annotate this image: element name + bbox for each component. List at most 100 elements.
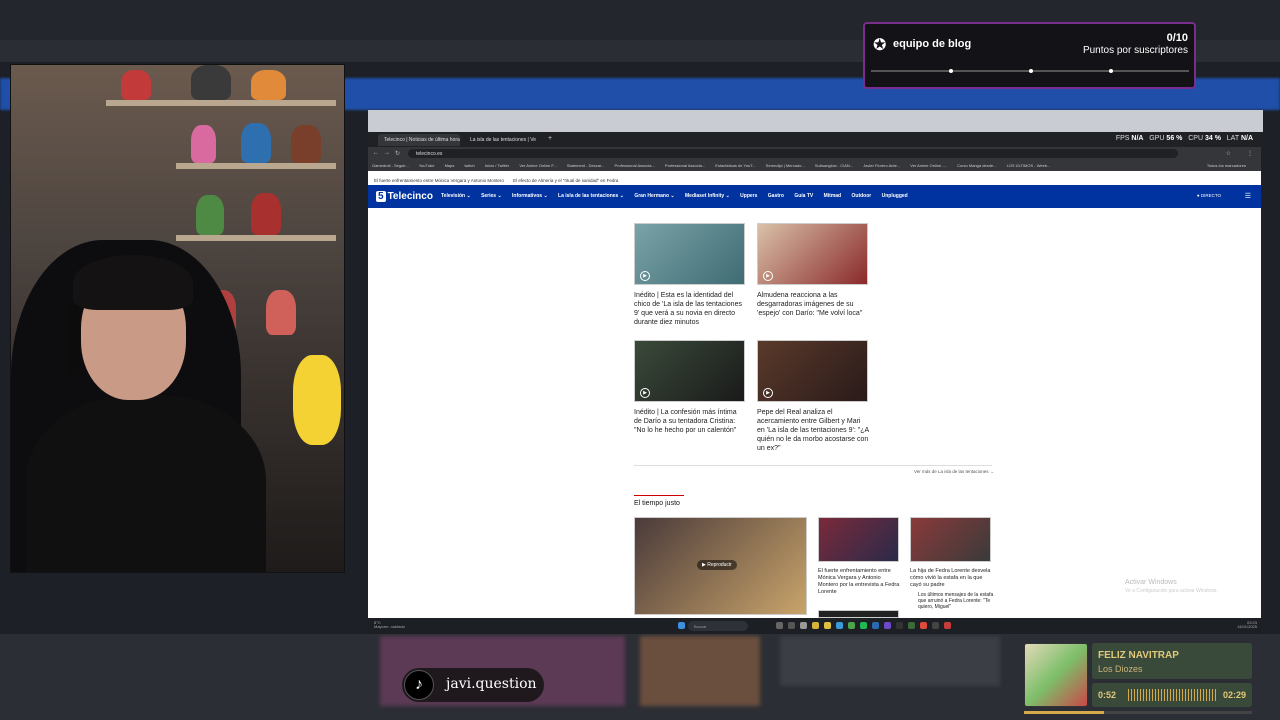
task-view-icon[interactable]: [776, 622, 783, 629]
more-link[interactable]: Ver más de La isla de las tentaciones →: [914, 469, 994, 474]
video-title[interactable]: Inédito | Esta es la identidad del chico…: [634, 291, 746, 327]
menu-item[interactable]: Guía TV: [794, 193, 813, 199]
menu-item[interactable]: Outdoor: [852, 193, 872, 199]
ticker-item[interactable]: El efecto de Almería y el "ritual de san…: [513, 178, 618, 183]
video-thumbnail[interactable]: ▶: [757, 223, 868, 285]
taskbar-clock[interactable]: 03:23 16/11/2025: [1237, 621, 1257, 629]
taskbar-app-icon[interactable]: [788, 622, 795, 629]
taskbar-app-icon[interactable]: [884, 622, 891, 629]
taskbar-app-icon[interactable]: [848, 622, 855, 629]
bookmarks-bar: Gamedroll - Seguir... YouTube Maps twitc…: [368, 160, 1261, 171]
all-bookmarks[interactable]: Todos los marcadores: [1207, 163, 1246, 168]
menu-item[interactable]: Gran Hermano ⌄: [634, 193, 674, 199]
video-title[interactable]: La hija de Fedra Lorente desvela cómo vi…: [910, 568, 994, 589]
video-thumbnail[interactable]: [910, 517, 991, 562]
menu-item[interactable]: Uppers: [740, 193, 757, 199]
back-icon[interactable]: ←: [373, 150, 379, 156]
taskbar-app-icon[interactable]: [824, 622, 831, 629]
bookmark[interactable]: Professional Associa...: [615, 163, 655, 168]
ticker-item[interactable]: El fuerte enfrentamiento entre Mónica Ve…: [374, 178, 504, 183]
subscriber-goal-widget: ✪ equipo de blog 0/10 Puntos por suscrip…: [863, 22, 1196, 89]
main-menu: Televisión ⌄ Series ⌄ Informativos ⌄ La …: [441, 193, 917, 199]
background-page-panel: [368, 110, 1263, 132]
tiktok-handle-badge: ♪ javi.question: [402, 668, 544, 702]
bookmark[interactable]: LOS ÚLTIMOS - Weeb...: [1007, 163, 1051, 168]
menu-item[interactable]: Unplugged: [882, 193, 908, 199]
goal-count: 0/10: [1166, 32, 1188, 44]
play-icon[interactable]: ▶: [640, 388, 650, 398]
menu-item[interactable]: Mitmad: [824, 193, 842, 199]
figurine: [241, 123, 271, 163]
menu-item[interactable]: Mediaset Infinity ⌄: [685, 193, 730, 199]
elapsed-time: 0:52: [1098, 690, 1117, 700]
bookmark[interactable]: Professional Associa...: [665, 163, 705, 168]
person-hair: [73, 255, 193, 310]
site-navigation: 5 Telecinco Televisión ⌄ Series ⌄ Informa…: [368, 185, 1261, 208]
video-title[interactable]: Almudena reacciona a las desgarradoras i…: [757, 291, 869, 318]
telecinco-logo[interactable]: 5 Telecinco: [376, 191, 433, 202]
bookmark[interactable]: twitch: [464, 163, 474, 168]
featured-video[interactable]: ▶ Reproducir: [634, 517, 807, 615]
windows-start-icon[interactable]: [678, 622, 685, 629]
video-thumbnail[interactable]: [818, 517, 899, 562]
reload-icon[interactable]: ↻: [395, 150, 400, 157]
play-icon[interactable]: ▶: [763, 271, 773, 281]
forward-icon[interactable]: →: [384, 150, 390, 156]
video-title[interactable]: Inédito | La confesión más íntima de Dar…: [634, 408, 746, 435]
bookmark[interactable]: Subsanglow - CIAN...: [815, 163, 853, 168]
background-thumbnail: [640, 636, 760, 706]
windows-activation-title: Activar Windows: [1125, 579, 1177, 586]
bookmark[interactable]: Statement - Descar...: [567, 163, 605, 168]
url-input[interactable]: telecinco.es: [408, 149, 1178, 158]
video-thumbnail[interactable]: ▶: [634, 340, 745, 402]
bookmark[interactable]: Gamedroll - Seguir...: [372, 163, 409, 168]
bookmark[interactable]: Javier Florero Ante...: [863, 163, 900, 168]
taskbar-app-icon[interactable]: [932, 622, 939, 629]
bookmark[interactable]: Ver Anime Online -...: [910, 163, 947, 168]
figurine: [251, 193, 281, 235]
new-tab-button[interactable]: +: [548, 135, 552, 142]
bookmark[interactable]: Curso Manga desde...: [957, 163, 996, 168]
video-title[interactable]: Pepe del Real analiza el acercamiento en…: [757, 408, 869, 453]
bookmark[interactable]: Estadísticas de YouT...: [715, 163, 755, 168]
taskbar-app-icon[interactable]: [872, 622, 879, 629]
section-title: El tiempo justo: [634, 495, 684, 507]
video-thumbnail[interactable]: [818, 610, 899, 618]
track-progress-fill: [1024, 711, 1104, 714]
milestone-dot: [949, 69, 953, 73]
video-thumbnail[interactable]: ▶: [757, 340, 868, 402]
menu-item[interactable]: Informativos ⌄: [512, 193, 548, 199]
hamburger-menu-icon[interactable]: ☰: [1245, 192, 1251, 200]
steam-icon[interactable]: [896, 622, 903, 629]
menu-item[interactable]: Gastro: [768, 193, 784, 199]
bookmark[interactable]: Maps: [445, 163, 455, 168]
tab-telecinco[interactable]: Telecinco | Noticias de última hora: [378, 134, 460, 146]
menu-item[interactable]: Televisión ⌄: [441, 193, 471, 199]
taskbar-app-icon[interactable]: [800, 622, 807, 629]
weather-widget[interactable]: 8°C Mayorm. nublado: [374, 621, 405, 629]
spotify-icon[interactable]: [860, 622, 867, 629]
reproducir-button[interactable]: ▶ Reproducir: [697, 560, 737, 570]
bookmark[interactable]: Serendipi | Mercado...: [766, 163, 805, 168]
taskbar-search[interactable]: Buscar: [688, 621, 748, 631]
divider: [634, 465, 992, 466]
menu-item[interactable]: La isla de las tentaciones ⌄: [558, 193, 624, 199]
tab-isla-tentaciones[interactable]: La isla de las tentaciones | Ve: [464, 134, 544, 146]
taskbar-app-icon[interactable]: [908, 622, 915, 629]
play-icon[interactable]: ▶: [640, 271, 650, 281]
bookmark[interactable]: YouTube: [419, 163, 435, 168]
file-explorer-icon[interactable]: [812, 622, 819, 629]
related-link[interactable]: Los últimos mensajes de la estafa que ar…: [918, 592, 994, 610]
play-icon[interactable]: ▶: [763, 388, 773, 398]
directo-link[interactable]: ● DIRECTO: [1197, 193, 1221, 198]
edge-icon[interactable]: [836, 622, 843, 629]
taskbar-app-icon[interactable]: [944, 622, 951, 629]
video-thumbnail[interactable]: ▶: [634, 223, 745, 285]
bookmark[interactable]: Ver Anime Online F...: [519, 163, 556, 168]
chrome-icon[interactable]: [920, 622, 927, 629]
video-title[interactable]: El fuerte enfrentamiento entre Mónica Ve…: [818, 568, 902, 596]
bookmark[interactable]: Inicio / Twitter: [485, 163, 509, 168]
bookmark-star-icon[interactable]: ☆: [1226, 150, 1231, 157]
menu-dots-icon[interactable]: ⋮: [1247, 150, 1253, 157]
menu-item[interactable]: Series ⌄: [481, 193, 502, 199]
